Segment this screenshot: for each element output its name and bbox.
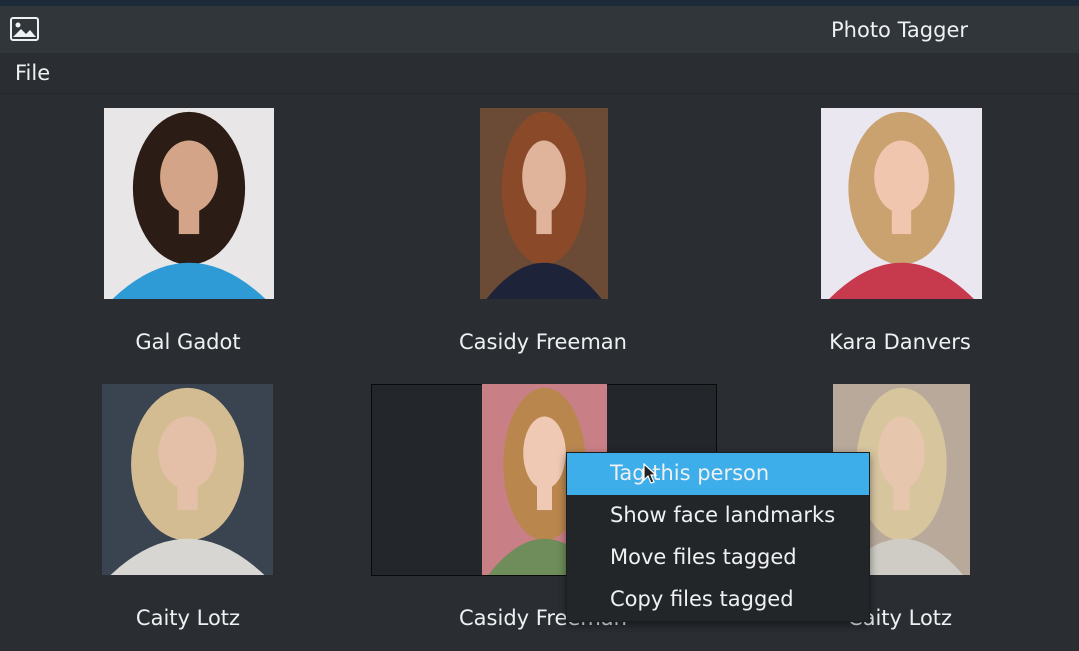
- window-title: Photo Tagger: [831, 18, 969, 42]
- portrait-illustration: [486, 111, 602, 299]
- photo-caption: Kara Danvers: [829, 330, 971, 354]
- menu-item-label: Move files tagged: [610, 545, 797, 569]
- photo-caption: Gal Gadot: [135, 330, 241, 354]
- photo-thumbnail[interactable]: [102, 384, 273, 575]
- photo-thumbnail[interactable]: [480, 108, 608, 299]
- menu-file[interactable]: File: [15, 61, 50, 85]
- menu-item-copy-files[interactable]: Copy files tagged: [567, 579, 869, 621]
- portrait-illustration: [112, 111, 266, 299]
- menu-item-label: Copy files tagged: [610, 587, 794, 611]
- portrait-illustration: [829, 111, 974, 299]
- menu-bar: File: [0, 53, 1079, 94]
- photo-thumbnail[interactable]: [104, 108, 274, 299]
- portrait-illustration: [110, 387, 265, 575]
- menu-item-label: Show face landmarks: [610, 503, 836, 527]
- photo-caption: Caity Lotz: [135, 606, 241, 630]
- photo-thumbnail[interactable]: [821, 108, 982, 299]
- photo-caption: Casidy Freeman: [459, 330, 627, 354]
- menu-item-label: Tag this person: [610, 461, 770, 485]
- title-bar: Photo Tagger: [0, 6, 1079, 53]
- mouse-cursor-icon: [643, 463, 657, 484]
- menu-item-show-landmarks[interactable]: Show face landmarks: [567, 495, 869, 537]
- menu-item-move-files[interactable]: Move files tagged: [567, 537, 869, 579]
- image-icon: [10, 17, 39, 41]
- context-menu: Tag this person Show face landmarks Move…: [566, 452, 870, 622]
- menu-item-tag-person[interactable]: Tag this person: [567, 453, 869, 495]
